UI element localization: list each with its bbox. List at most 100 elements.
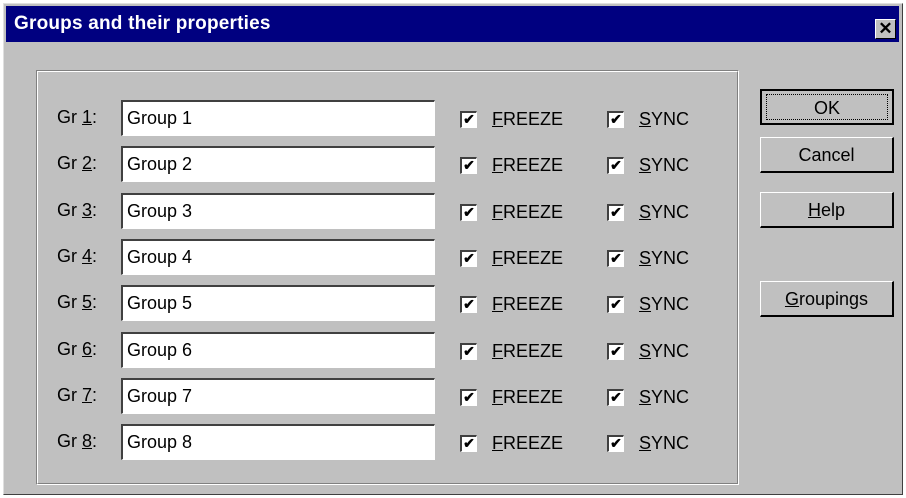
- sync-label[interactable]: SYNC: [639, 387, 689, 408]
- groupings-rest: roupings: [798, 288, 869, 309]
- group-label-prefix: Gr: [57, 153, 82, 174]
- freeze-check-box[interactable]: ✔: [460, 388, 477, 406]
- freeze-label[interactable]: FREEZE: [492, 109, 563, 130]
- sync-check-box[interactable]: ✔: [607, 388, 624, 406]
- group-label-accel: 4: [82, 245, 93, 266]
- sync-label[interactable]: SYNC: [639, 341, 689, 362]
- freeze-checkbox[interactable]: ✔ FREEZE: [460, 248, 563, 269]
- freeze-accel: F: [492, 433, 503, 454]
- sync-check-box[interactable]: ✔: [607, 435, 624, 453]
- checkmark-icon: ✔: [610, 296, 622, 313]
- sync-check-box[interactable]: ✔: [607, 249, 624, 267]
- group-name-field[interactable]: [121, 146, 435, 183]
- group-label-accel: 6: [82, 338, 93, 359]
- close-button[interactable]: ✕: [875, 19, 896, 39]
- sync-checkbox[interactable]: ✔ SYNC: [607, 155, 689, 176]
- group-name-field[interactable]: [121, 377, 435, 414]
- freeze-label[interactable]: FREEZE: [492, 202, 563, 223]
- group-label-prefix: Gr: [57, 431, 82, 452]
- freeze-checkbox[interactable]: ✔ FREEZE: [460, 155, 563, 176]
- group-name-field[interactable]: [121, 192, 435, 229]
- freeze-check-box[interactable]: ✔: [460, 296, 477, 314]
- ok-button-label: OK: [766, 94, 888, 120]
- freeze-checkbox[interactable]: ✔ FREEZE: [460, 387, 563, 408]
- cancel-button[interactable]: Cancel: [760, 137, 894, 173]
- checkmark-icon: ✔: [463, 157, 475, 174]
- freeze-check-box[interactable]: ✔: [460, 203, 477, 221]
- sync-label[interactable]: SYNC: [639, 155, 689, 176]
- checkmark-icon: ✔: [610, 342, 622, 359]
- group-label-accel: 7: [82, 384, 93, 405]
- sync-accel: S: [639, 109, 652, 129]
- freeze-label[interactable]: FREEZE: [492, 294, 563, 315]
- ok-button[interactable]: OK: [760, 89, 894, 125]
- sync-checkbox[interactable]: ✔ SYNC: [607, 294, 689, 315]
- sync-checkbox[interactable]: ✔ SYNC: [607, 202, 689, 223]
- freeze-label[interactable]: FREEZE: [492, 155, 563, 176]
- sync-label[interactable]: SYNC: [639, 294, 689, 315]
- sync-label[interactable]: SYNC: [639, 202, 689, 223]
- freeze-check-box[interactable]: ✔: [460, 342, 477, 360]
- freeze-checkbox[interactable]: ✔ FREEZE: [460, 294, 563, 315]
- freeze-checkbox[interactable]: ✔ FREEZE: [460, 341, 563, 362]
- group-label-prefix: Gr: [57, 245, 82, 266]
- checkmark-icon: ✔: [610, 249, 622, 266]
- freeze-rest: REEZE: [503, 109, 564, 129]
- checkmark-icon: ✔: [610, 157, 622, 174]
- sync-label[interactable]: SYNC: [639, 109, 689, 130]
- groupings-accel: G: [784, 288, 799, 309]
- freeze-check-box[interactable]: ✔: [460, 111, 477, 128]
- group-name-field[interactable]: [121, 331, 435, 368]
- group-name-field[interactable]: [121, 100, 435, 136]
- group-label-suffix: :: [92, 292, 98, 313]
- freeze-check-box[interactable]: ✔: [460, 435, 477, 453]
- sync-check-box[interactable]: ✔: [607, 157, 624, 175]
- sync-checkbox[interactable]: ✔ SYNC: [607, 433, 689, 454]
- freeze-checkbox[interactable]: ✔ FREEZE: [460, 202, 563, 223]
- dialog-title: Groups and their properties: [14, 13, 271, 34]
- title-bar[interactable]: Groups and their properties ✕: [6, 6, 899, 42]
- sync-checkbox[interactable]: ✔ SYNC: [607, 341, 689, 362]
- sync-rest: YNC: [651, 294, 690, 315]
- group-name-field[interactable]: [121, 285, 435, 322]
- sync-checkbox[interactable]: ✔ SYNC: [607, 248, 689, 269]
- group-name-field[interactable]: [121, 238, 435, 275]
- freeze-check-box[interactable]: ✔: [460, 249, 477, 267]
- sync-label[interactable]: SYNC: [639, 248, 689, 269]
- freeze-checkbox[interactable]: ✔ FREEZE: [460, 433, 563, 454]
- checkmark-icon: ✔: [463, 388, 475, 405]
- freeze-accel: F: [492, 386, 503, 407]
- freeze-accel: F: [492, 201, 503, 222]
- sync-checkbox[interactable]: ✔ SYNC: [607, 109, 689, 130]
- freeze-check-box[interactable]: ✔: [460, 157, 477, 175]
- group-row: Gr 1: ✔ FREEZE ✔ SYNC: [37, 100, 740, 136]
- freeze-label[interactable]: FREEZE: [492, 248, 563, 269]
- group-row: Gr 7: ✔ FREEZE ✔ SYNC: [37, 377, 740, 414]
- sync-rest: YNC: [651, 201, 690, 222]
- freeze-label[interactable]: FREEZE: [492, 341, 563, 362]
- freeze-rest: REEZE: [503, 386, 564, 407]
- freeze-checkbox[interactable]: ✔ FREEZE: [460, 109, 563, 130]
- sync-label[interactable]: SYNC: [639, 433, 689, 454]
- sync-checkbox[interactable]: ✔ SYNC: [607, 387, 689, 408]
- group-label: Gr 6:: [57, 339, 97, 360]
- groupings-button[interactable]: Groupings: [760, 281, 894, 317]
- help-button[interactable]: Help: [760, 192, 894, 228]
- group-name-field[interactable]: [121, 424, 435, 461]
- freeze-label[interactable]: FREEZE: [492, 433, 563, 454]
- group-label-prefix: Gr: [57, 199, 82, 220]
- sync-check-box[interactable]: ✔: [607, 111, 624, 128]
- freeze-label[interactable]: FREEZE: [492, 387, 563, 408]
- freeze-accel: F: [492, 247, 503, 268]
- group-label-suffix: :: [92, 153, 98, 174]
- groups-dialog: Groups and their properties ✕ Gr 1:✔FREE…: [3, 3, 903, 495]
- sync-check-box[interactable]: ✔: [607, 203, 624, 221]
- sync-rest: YNC: [651, 247, 690, 268]
- group-label: Gr 5:: [57, 292, 97, 313]
- checkmark-icon: ✔: [610, 388, 622, 405]
- sync-check-box[interactable]: ✔: [607, 296, 624, 314]
- group-label-suffix: :: [92, 107, 98, 127]
- sync-accel: S: [639, 340, 652, 361]
- sync-check-box[interactable]: ✔: [607, 342, 624, 360]
- group-label: Gr 1:: [57, 107, 97, 128]
